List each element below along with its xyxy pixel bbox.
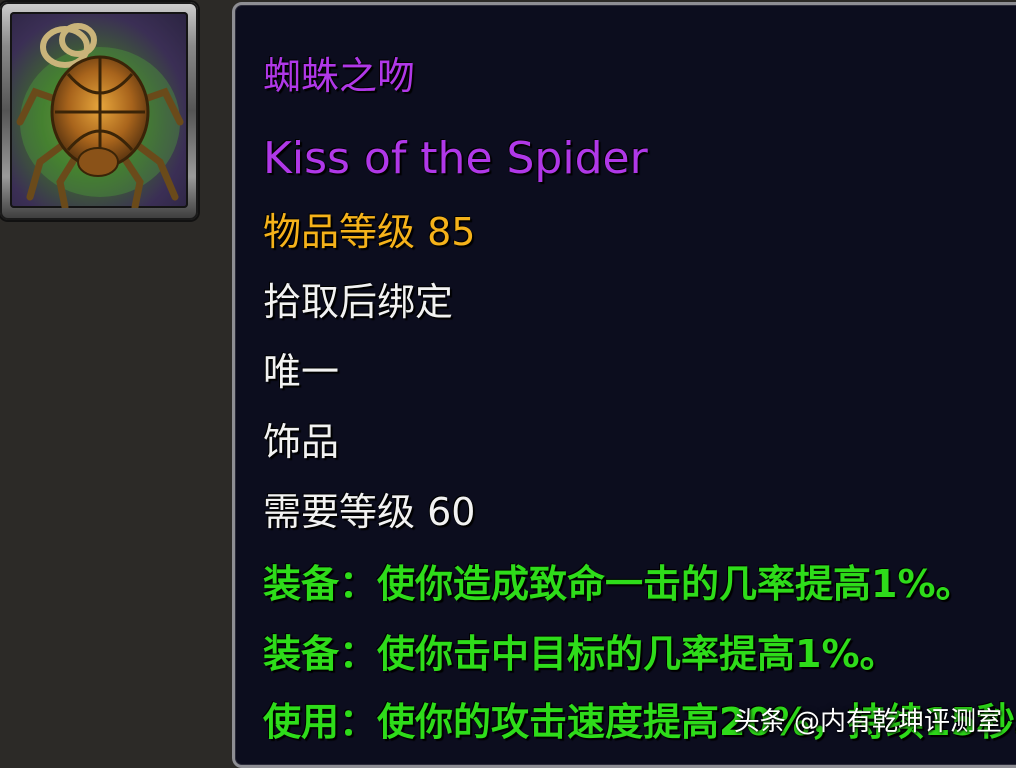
item-icon-frame[interactable] [0, 2, 198, 220]
slot-text: 饰品 [263, 420, 340, 464]
equip-effect-1: 装备：使你造成致命一击的几率提高1%。 [263, 562, 974, 606]
binding-text: 拾取后绑定 [263, 280, 454, 324]
watermark: 头条 @内有乾坤评测室 [733, 707, 1002, 737]
item-name-cn: 蜘蛛之吻 [263, 54, 416, 98]
unique-text: 唯一 [263, 350, 340, 394]
item-name-en: Kiss of the Spider [263, 133, 648, 184]
item-tooltip: 蜘蛛之吻 Kiss of the Spider 物品等级 85 拾取后绑定 唯一… [232, 2, 1016, 768]
item-level: 物品等级 85 [263, 210, 476, 254]
spider-icon-art [16, 23, 184, 208]
equip-effect-2: 装备：使你击中目标的几率提高1%。 [263, 632, 898, 676]
spider-icon [10, 12, 188, 208]
required-level: 需要等级 60 [263, 490, 476, 534]
